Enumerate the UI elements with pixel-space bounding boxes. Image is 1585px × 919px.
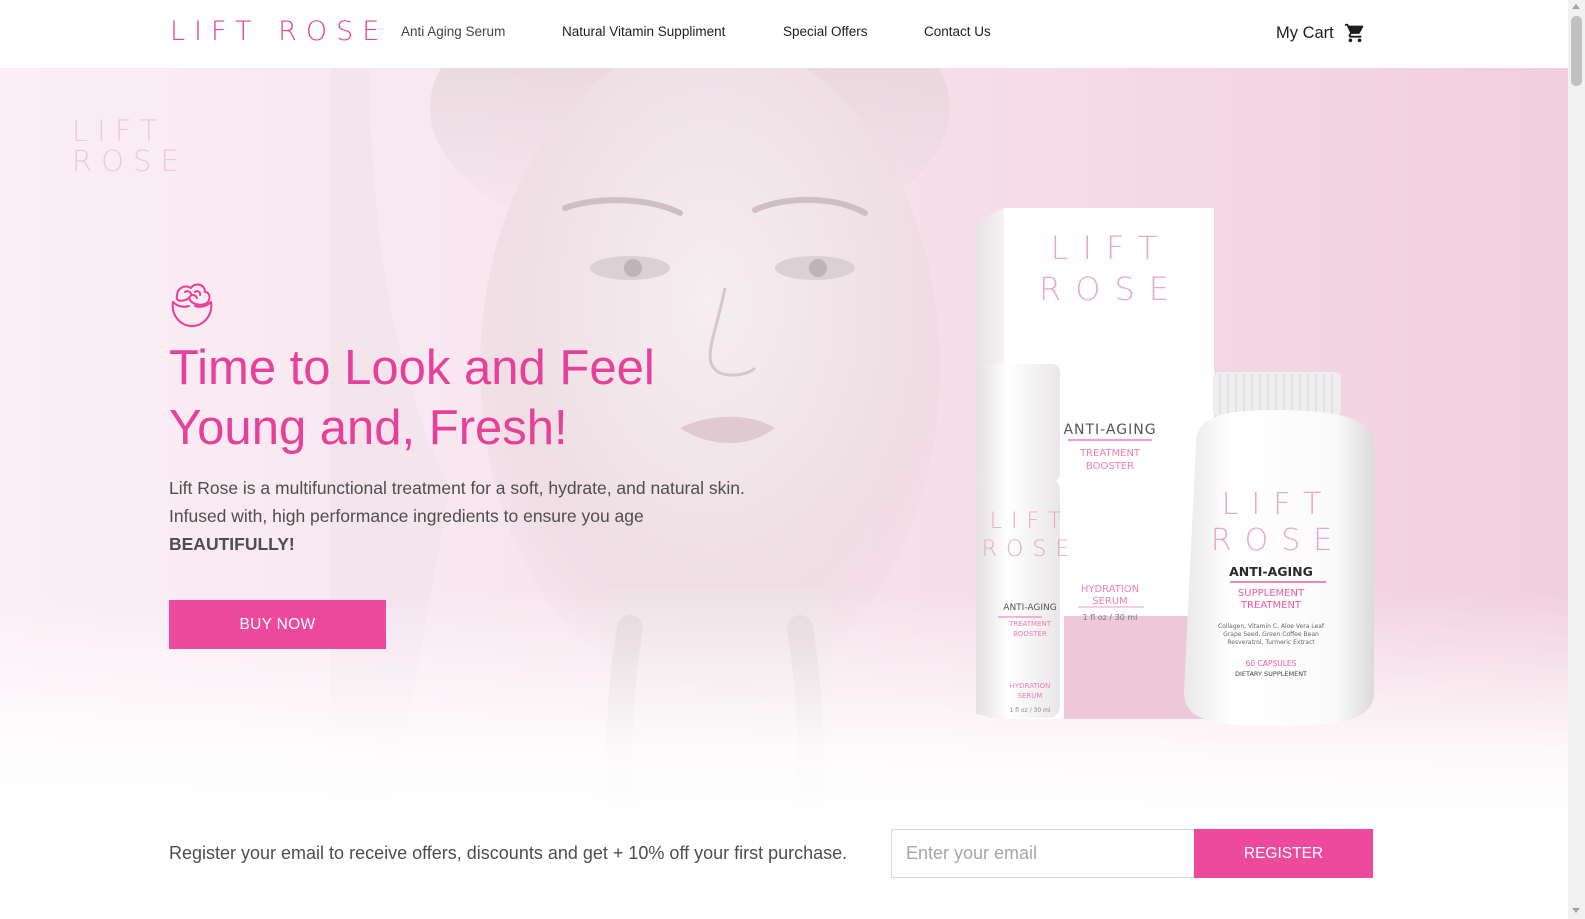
hero-description: Lift Rose is a multifunctional treatment… <box>169 474 769 558</box>
page-scrollbar[interactable] <box>1568 0 1585 919</box>
serum-subheading-line-1: TREATMENT <box>1008 620 1052 628</box>
box-type-line-1: HYDRATION <box>1081 584 1139 595</box>
register-button[interactable]: REGISTER <box>1194 829 1373 878</box>
jar-count: 60 CAPSULES <box>1246 659 1297 668</box>
nav-item-contact-us[interactable]: Contact Us <box>924 24 991 39</box>
shopping-cart-icon[interactable] <box>1344 22 1366 44</box>
box-heading: ANTI-AGING <box>1063 422 1156 438</box>
scroll-down-arrow-icon[interactable] <box>1572 908 1580 913</box>
jar-brand-line-1: LIFT <box>1222 487 1335 522</box>
serum-type-line-1: HYDRATION <box>1010 682 1051 690</box>
cart-button[interactable]: My Cart <box>1276 21 1366 45</box>
jar-ingredients-line-2: Grape Seed, Green Coffee Bean <box>1223 631 1319 638</box>
serum-subheading-line-2: BOOSTER <box>1013 630 1047 638</box>
jar-ingredients-line-3: Resveratrol, Turmeric Extract <box>1227 639 1315 646</box>
box-brand-line-2: ROSE <box>1039 270 1183 308</box>
brand-logo[interactable]: LIFT ROSE <box>170 16 379 48</box>
jar-kind: DIETARY SUPPLEMENT <box>1235 670 1307 678</box>
jar-subheading-line-2: TREATMENT <box>1240 600 1302 611</box>
watermark-line-1: LIFT <box>72 114 167 148</box>
nav-item-special-offers[interactable]: Special Offers <box>783 24 868 39</box>
hero-section: LIFT ROSE Time to Look and Feel Young an… <box>0 68 1568 819</box>
hero-description-text: Lift Rose is a multifunctional treatment… <box>169 478 745 526</box>
logo-watermark: LIFT ROSE <box>72 114 188 178</box>
product-group-image: LIFT ROSE ANTI-AGING TREATMENT BOOSTER H… <box>976 208 1374 726</box>
jar-heading: ANTI-AGING <box>1229 564 1313 579</box>
email-input[interactable] <box>891 829 1195 878</box>
site-header: LIFT ROSE Anti Aging Serum Natural Vitam… <box>0 0 1568 68</box>
scrollbar-thumb[interactable] <box>1571 16 1582 86</box>
box-subheading-line-2: BOOSTER <box>1086 461 1134 472</box>
brand-logo-text[interactable]: LIFT ROSE <box>170 16 388 47</box>
buy-now-button[interactable]: BUY NOW <box>169 600 386 649</box>
scroll-up-arrow-icon[interactable] <box>1572 4 1580 9</box>
box-type-line-2: SERUM <box>1092 596 1128 607</box>
box-brand-line-1: LIFT <box>1051 229 1172 267</box>
serum-brand-line-1: LIFT <box>990 509 1070 534</box>
serum-volume: 1 fl oz / 30 ml <box>1009 707 1050 714</box>
hero-title: Time to Look and Feel Young and, Fresh! <box>169 341 655 455</box>
serum-brand-line-2: ROSE <box>982 537 1078 562</box>
cart-label[interactable]: My Cart <box>1276 24 1334 43</box>
nav-item-anti-aging-serum[interactable]: Anti Aging Serum <box>401 24 505 39</box>
jar-brand-line-2: ROSE <box>1211 523 1345 558</box>
rose-icon <box>171 283 213 327</box>
box-volume: 1 fl oz / 30 ml <box>1083 613 1138 622</box>
nav-item-natural-vitamin-suppliment[interactable]: Natural Vitamin Suppliment <box>562 24 725 39</box>
jar-ingredients-line-1: Collagen, Vitamin C, Aloe Vera Leaf <box>1218 623 1325 630</box>
hero-description-emphasis: BEAUTIFULLY! <box>169 534 295 554</box>
watermark-line-2: ROSE <box>72 144 188 178</box>
serum-type-line-2: SERUM <box>1018 692 1043 700</box>
jar-subheading-line-1: SUPPLEMENT <box>1238 588 1305 599</box>
serum-heading: ANTI-AGING <box>1003 603 1056 613</box>
box-subheading-line-1: TREATMENT <box>1079 448 1141 459</box>
newsletter-text: Register your email to receive offers, d… <box>169 843 848 863</box>
